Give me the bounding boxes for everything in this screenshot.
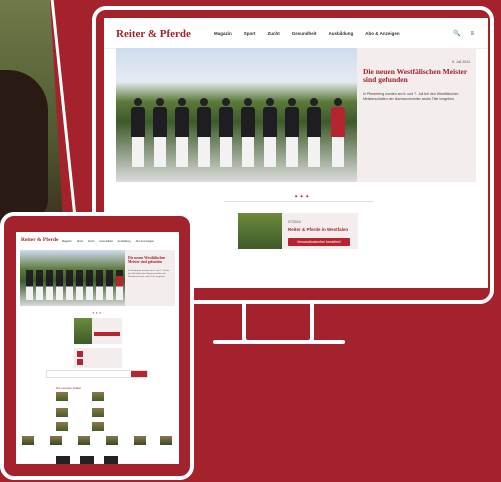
rider-figure (218, 98, 234, 172)
tablet-nav-item[interactable]: Sport (77, 240, 83, 243)
divider-line (224, 201, 374, 202)
rider-figure (174, 98, 190, 172)
nav-item-abo[interactable]: Abo & Anzeigen (365, 31, 399, 36)
article-card[interactable] (56, 408, 68, 417)
strip-card[interactable] (160, 436, 172, 445)
rider-figure (152, 98, 168, 172)
tablet-nav-item[interactable]: Gesundheit (100, 240, 113, 243)
magazine-promo: 07/2024 Reiter & Pferde in Westfalen Ver… (238, 213, 358, 249)
tablet-hero[interactable]: Die neuen Westfälischen Meister sind gef… (20, 250, 175, 306)
nav-item-zucht[interactable]: Zucht (268, 31, 280, 36)
strip-card[interactable] (134, 436, 146, 445)
article-card[interactable] (92, 408, 104, 417)
tablet-promo[interactable] (74, 318, 122, 344)
hero-article[interactable]: 6. Juli 2024 Die neuen Westfälischen Mei… (116, 48, 476, 182)
strip-card[interactable] (106, 436, 118, 445)
latest-articles-heading: Die neusten Artikel (56, 386, 82, 390)
hero-title[interactable]: Die neuen Westfälischen Meister sind gef… (363, 68, 471, 84)
tablet-nav-item[interactable]: Ausbildung (118, 240, 131, 243)
monitor-stand (242, 300, 314, 344)
rider-figure (240, 98, 256, 172)
main-nav: Magazin Sport Zucht Gesundheit Ausbildun… (214, 31, 400, 36)
article-card[interactable] (92, 422, 104, 431)
rider-figure (196, 98, 212, 172)
promo-date: 07/2024 (288, 220, 301, 224)
footer-tile[interactable] (104, 456, 118, 464)
newsletter-bar[interactable] (46, 370, 148, 378)
tablet-divider: ✦ ✦ ✦ (92, 311, 102, 315)
footer-tile[interactable] (80, 456, 94, 464)
article-card[interactable] (92, 392, 104, 401)
latest-articles: Die neusten Artikel (56, 386, 136, 434)
strip-card[interactable] (50, 436, 62, 445)
rider-figure (130, 98, 146, 172)
rider-figure (306, 98, 322, 172)
hero-text-panel: 6. Juli 2024 Die neuen Westfälischen Mei… (357, 48, 476, 182)
strip-card[interactable] (78, 436, 90, 445)
monitor-base (213, 340, 345, 344)
order-button[interactable]: Versandkostenfrei bestellen! (288, 238, 350, 246)
tablet-footer-tiles (56, 454, 136, 464)
nav-item-gesundheit[interactable]: Gesundheit (292, 31, 317, 36)
nav-item-ausbildung[interactable]: Ausbildung (329, 31, 354, 36)
nav-item-sport[interactable]: Sport (244, 31, 256, 36)
tablet-hero-photo[interactable] (20, 250, 125, 306)
site-logo[interactable]: Reiter & Pferde (116, 28, 191, 40)
promo-title: Reiter & Pferde in Westfalen (288, 227, 349, 232)
tablet-nav: Magazin Sport Zucht Gesundheit Ausbildun… (62, 240, 154, 243)
rider-figure (284, 98, 300, 172)
rider-figure (330, 98, 346, 172)
magazine-cover[interactable] (238, 213, 282, 249)
tablet-logo[interactable]: Reiter & Pferde (21, 237, 58, 243)
tablet-nav-item[interactable]: Magazin (62, 240, 72, 243)
article-card[interactable] (56, 392, 68, 401)
article-strip (20, 436, 175, 448)
tablet-hero-title[interactable]: Die neuen Westfälischen Meister sind gef… (128, 256, 174, 264)
strip-card[interactable] (22, 436, 34, 445)
hero-teaser: In Pferdeberg wurden am 6. und 7. Juli b… (363, 92, 459, 101)
hero-date: 6. Juli 2024 (452, 60, 470, 64)
tablet-hero-text: Die neuen Westfälischen Meister sind gef… (125, 250, 175, 306)
tablet-hero-teaser: In Pferdeberg wurden am 6. und 7. Juli b… (128, 270, 170, 278)
article-card[interactable] (56, 422, 68, 431)
rider-figure (262, 98, 278, 172)
footer-tile[interactable] (56, 456, 70, 464)
tablet-screen: Reiter & Pferde Magazin Sport Zucht Gesu… (16, 232, 179, 464)
tablet-promo-list[interactable] (74, 348, 122, 368)
nav-item-magazin[interactable]: Magazin (214, 31, 232, 36)
tablet-nav-item[interactable]: Zucht (88, 240, 95, 243)
site-header: Reiter & Pferde Magazin Sport Zucht Gesu… (104, 18, 488, 49)
search-menu-icons[interactable]: 🔍 ≡ (453, 30, 478, 37)
tablet-nav-item[interactable]: Abo & Anzeigen (136, 240, 154, 243)
divider-ornament: ✦ ✦ ✦ (294, 194, 310, 200)
hero-photo[interactable] (116, 48, 357, 182)
